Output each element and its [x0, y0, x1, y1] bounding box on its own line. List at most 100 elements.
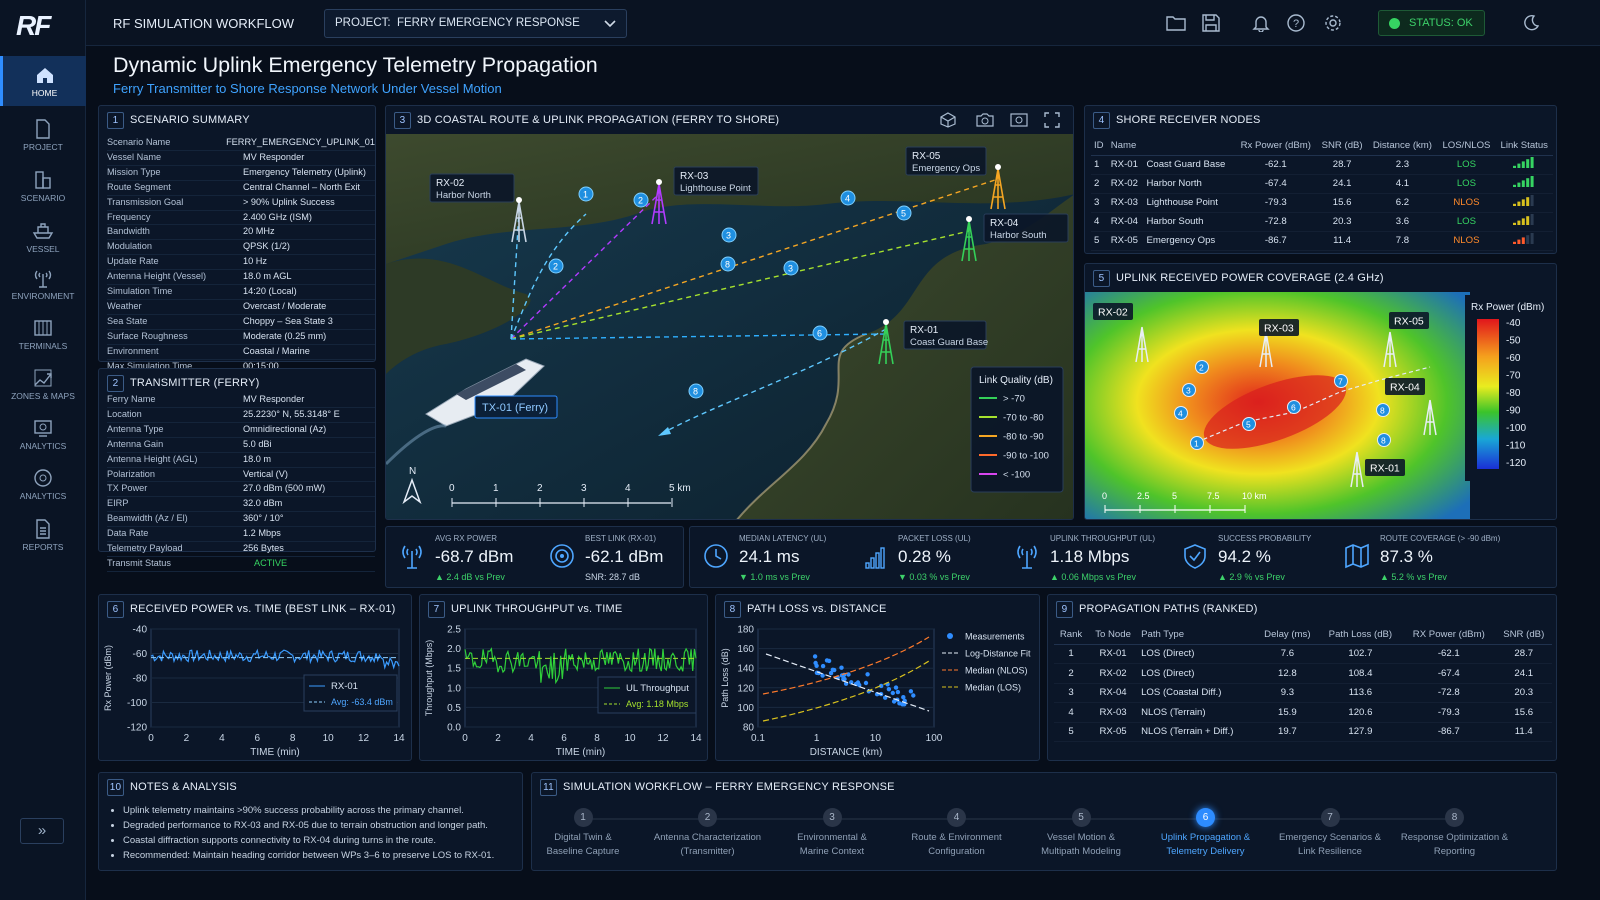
- signal-bar: [1513, 165, 1517, 168]
- nav-project[interactable]: PROJECT: [0, 110, 86, 160]
- nav-home[interactable]: HOME: [0, 56, 86, 106]
- path-loss-chart[interactable]: 180 160 140 120 100 800.1 1 10 100 DISTANCE (km) P…: [716, 619, 1039, 761]
- kpi-sub: ▼ 0.03 % vs Prev: [898, 572, 970, 582]
- workflow-step-7[interactable]: 7 Emergency Scenarios & Link Resilience: [1265, 808, 1395, 859]
- table-cell: Emergency Ops: [1143, 231, 1235, 251]
- workflow-step-3[interactable]: 3 Environmental & Marine Context: [767, 808, 897, 859]
- coverage-legend-title: Rx Power (dBm): [1471, 302, 1544, 313]
- waypoint-label: 6: [817, 329, 822, 339]
- table-row[interactable]: 5 RX-05 Emergency Ops -86.7 11.4 7.8 NLOS: [1091, 231, 1553, 251]
- nav-label: ENVIRONMENT: [11, 291, 75, 301]
- signal-bar: [1522, 161, 1526, 168]
- y-tick-label: 1.5: [447, 664, 461, 675]
- svg-text:?: ?: [1293, 18, 1299, 30]
- fullscreen-icon[interactable]: [1044, 112, 1060, 128]
- note-item: Degraded performance to RX-03 and RX-05 …: [123, 818, 518, 833]
- folder-icon[interactable]: [1166, 14, 1186, 32]
- table-row[interactable]: 5 RX-05 NLOS (Terrain + Diff.) 19.7 127.9 -86…: [1054, 722, 1552, 742]
- legend-label: -70 to -80: [1003, 413, 1044, 424]
- workflow-step-2[interactable]: 2 Antenna Characterization (Transmitter): [643, 808, 773, 859]
- panel-header: 3 3D COASTAL ROUTE & UPLINK PROPAGATION (…: [394, 112, 779, 130]
- camera-icon[interactable]: [976, 112, 994, 128]
- waypoint-label: 4: [845, 194, 850, 204]
- workflow-step-1[interactable]: 1 Digital Twin & Baseline Capture: [518, 808, 648, 859]
- nav-label: TERMINALS: [18, 341, 68, 351]
- throughput-chart[interactable]: 2.5 2.0 1.5 1.0 0.5 0.00 2 4 6 8 10 12 14 TIME (min) T…: [420, 619, 707, 761]
- nav-analytics[interactable]: ANALYTICS: [0, 410, 86, 460]
- signal-bar: [1522, 180, 1526, 187]
- nav-label: ZONES & MAPS: [11, 391, 75, 401]
- signal-bar: [1526, 216, 1530, 225]
- app-logo: RF: [16, 10, 51, 41]
- table-row[interactable]: 4 RX-03 NLOS (Terrain) 15.9 120.6 -79.3 15.6: [1054, 702, 1552, 723]
- workflow-step-4[interactable]: 4 Route & Environment Configuration: [892, 808, 1022, 859]
- table-row[interactable]: 4 RX-04 Harbor South -72.8 20.3 3.6 LOS: [1091, 212, 1553, 232]
- table-row[interactable]: 1 RX-01 Coast Guard Base -62.1 28.7 2.3 LOS: [1091, 155, 1553, 175]
- expand-sidebar-button[interactable]: »: [20, 818, 64, 844]
- step-label-line2: Telemetry Delivery: [1166, 846, 1245, 857]
- help-icon[interactable]: ?: [1287, 14, 1305, 32]
- kpi-label: MEDIAN LATENCY (UL): [739, 534, 827, 543]
- table-cell: 12.8: [1255, 663, 1319, 684]
- coverage-heatmap[interactable]: 1 2 3 4 5 6 7 8 8 RX-02 RX-03 RX-05 RX-04 RX-01 0 2.5…: [1085, 292, 1557, 520]
- nav-vessel[interactable]: VESSEL: [0, 212, 86, 262]
- table-cell: RX-01: [1107, 155, 1144, 175]
- screenshot-icon[interactable]: [1010, 112, 1028, 128]
- cube-icon[interactable]: [940, 112, 956, 128]
- column-header: Distance (km): [1367, 136, 1438, 156]
- workflow-step-8[interactable]: 8 Response Optimization & Reporting: [1390, 808, 1520, 859]
- coverage-waypoint-label: 6: [1291, 402, 1296, 412]
- nav-reports[interactable]: REPORTS: [0, 511, 86, 561]
- table-row[interactable]: 1 RX-01 LOS (Direct) 7.6 102.7 -62.1 28.7: [1054, 644, 1552, 664]
- kpi-sub: ▼ 1.0 ms vs Prev: [739, 572, 810, 582]
- legend-label: Log-Distance Fit: [965, 649, 1031, 659]
- scale-label: 1: [493, 483, 499, 494]
- nav-environment[interactable]: ENVIRONMENT: [0, 260, 86, 310]
- kv-key: Bandwidth: [107, 226, 150, 237]
- nav-terminals[interactable]: TERMINALS: [0, 310, 86, 360]
- column-header: RX Power (dBm): [1402, 625, 1496, 645]
- signal-bars-icon: [1495, 231, 1553, 251]
- table-cell: Lighthouse Point: [1143, 193, 1235, 213]
- gear-icon[interactable]: [1324, 14, 1342, 32]
- scale-label: 0: [1102, 491, 1107, 501]
- nav-zones-maps[interactable]: ZONES & MAPS: [0, 360, 86, 410]
- legend-label: UL Throughput: [626, 683, 689, 694]
- workflow-step-5[interactable]: 5 Vessel Motion & Multipath Modeling: [1016, 808, 1146, 859]
- table-row[interactable]: 3 RX-04 LOS (Coastal Diff.) 9.3 113.6 -72.8 20…: [1054, 683, 1552, 703]
- signal-bar: [1526, 178, 1530, 187]
- panel-number: 8: [724, 601, 741, 618]
- kv-value: FERRY_EMERGENCY_UPLINK_01: [226, 137, 375, 147]
- moon-icon[interactable]: [1522, 14, 1540, 32]
- panel-number: 9: [1056, 601, 1073, 618]
- x-tick-label: 12: [358, 733, 370, 744]
- table-row[interactable]: 2 RX-02 LOS (Direct) 12.8 108.4 -67.4 24.1: [1054, 663, 1552, 684]
- nav-analytics-2[interactable]: ANALYTICS: [0, 460, 86, 510]
- project-label: PROJECT:: [335, 17, 391, 29]
- coastal-3d-view[interactable]: 1 2 2 3 3 4 5 6 8 8 RX-02Harbor North RX-03Lightho…: [386, 134, 1074, 520]
- workflow-step-6[interactable]: 6 Uplink Propagation & Telemetry Delivery: [1141, 808, 1271, 859]
- scale-label: 5 km: [669, 483, 691, 494]
- panel-number: 4: [1093, 112, 1110, 129]
- kv-value: Emergency Telemetry (Uplink): [243, 166, 366, 177]
- kv-key: Location: [107, 408, 142, 419]
- rx-power-chart[interactable]: -40 -60 -80 -100 -1200 2 4 6 8 10 12 14 TIME (min) Rx…: [99, 619, 411, 761]
- y-tick-label: -80: [133, 674, 148, 685]
- x-tick-label: 12: [657, 733, 669, 744]
- kv-value: Central Channel – North Exit: [243, 181, 360, 192]
- kv-value: 360° / 10°: [243, 513, 284, 524]
- gauge-icon: [34, 469, 52, 487]
- table-row[interactable]: 3 RX-03 Lighthouse Point -79.3 15.6 6.2 NLOS: [1091, 193, 1553, 213]
- table-row[interactable]: 2 RX-02 Harbor North -67.4 24.1 4.1 LOS: [1091, 174, 1553, 194]
- kv-key: Mission Type: [107, 166, 161, 177]
- save-icon[interactable]: [1202, 14, 1220, 32]
- bell-icon[interactable]: [1252, 14, 1270, 32]
- table-cell: 113.6: [1318, 683, 1403, 703]
- project-select[interactable]: PROJECT: FERRY EMERGENCY RESPONSE: [324, 9, 627, 38]
- table-cell: -67.4: [1234, 174, 1317, 194]
- nav-label: VESSEL: [26, 244, 60, 254]
- panel-header: 5 UPLINK RECEIVED POWER COVERAGE (2.4 GHz…: [1093, 270, 1384, 288]
- nav-label: ANALYTICS: [19, 491, 67, 501]
- nav-scenario[interactable]: SCENARIO: [0, 161, 86, 211]
- signal-icon: [550, 544, 574, 568]
